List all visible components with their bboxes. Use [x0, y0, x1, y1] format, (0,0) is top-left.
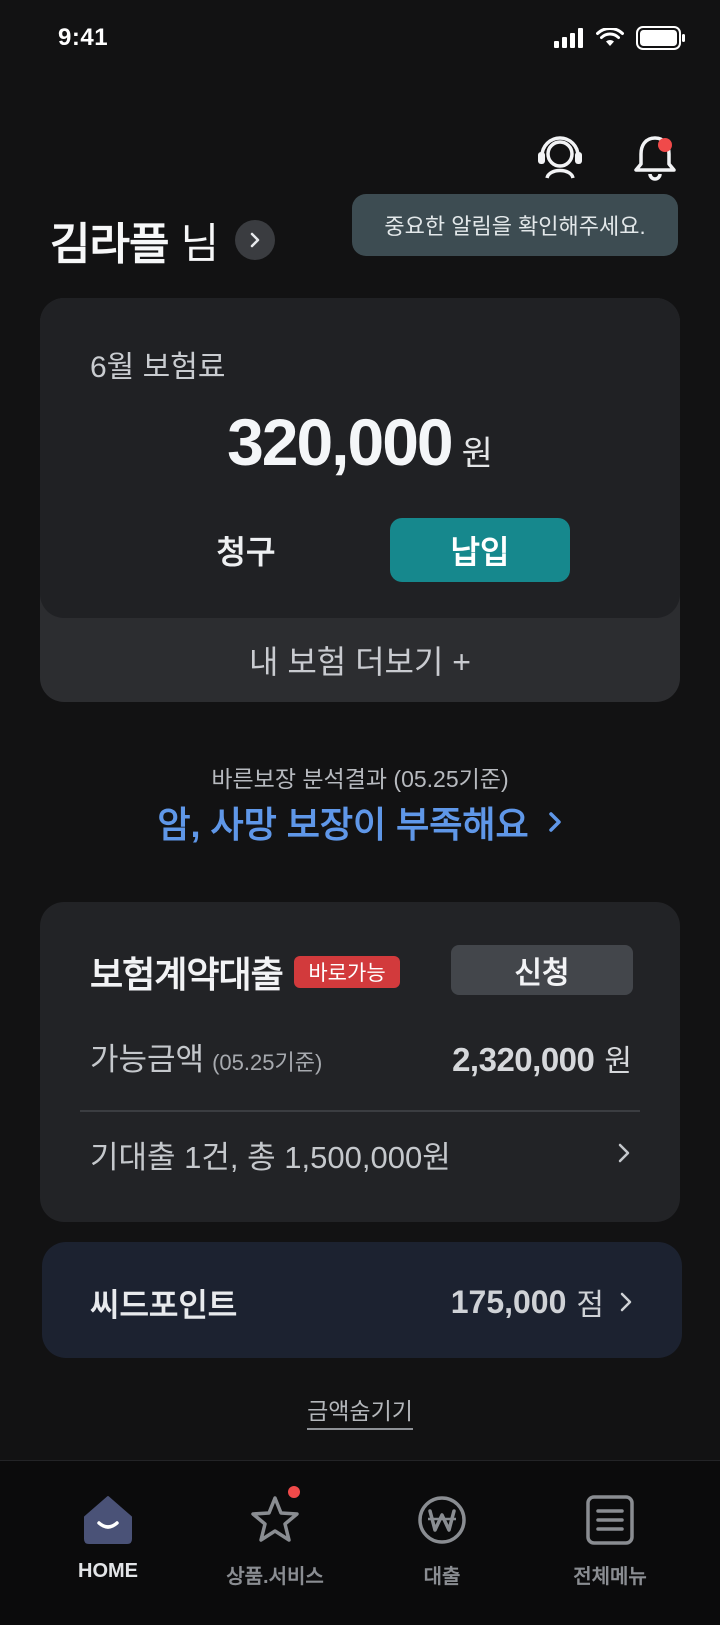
- loan-title: 보험계약대출: [90, 954, 284, 995]
- tab-all-menu[interactable]: 전체메뉴: [520, 1490, 700, 1600]
- available-label: 가능금액: [90, 1042, 205, 1077]
- greeting-suffix: 님: [180, 219, 220, 267]
- loan-badge: 바로가능: [294, 956, 400, 988]
- tab-loan[interactable]: 대출: [352, 1490, 532, 1600]
- analysis-caption: 바른보장 분석결과 (05.25기준): [211, 766, 509, 792]
- available-amount: 2,320,000: [452, 1041, 595, 1078]
- profile-arrow-button[interactable]: [235, 220, 276, 260]
- available-unit: 원: [604, 1045, 632, 1078]
- notification-bell-icon[interactable]: [630, 132, 680, 182]
- seed-point-unit: 점: [576, 1289, 604, 1322]
- signal-icon: [554, 28, 583, 48]
- chevron-right-icon: [250, 232, 260, 248]
- tab-notification-dot: [288, 1486, 300, 1498]
- hide-amount-link[interactable]: 금액숨기기: [307, 1392, 413, 1430]
- claim-button[interactable]: 청구: [176, 520, 316, 580]
- divider: [80, 1110, 640, 1112]
- seed-point-value: 175,000: [450, 1283, 567, 1320]
- star-icon: [245, 1490, 305, 1550]
- available-date: (05.25기준): [212, 1050, 323, 1075]
- tab-products-services[interactable]: 상품.서비스: [185, 1490, 365, 1600]
- user-name: 김라플: [50, 220, 169, 269]
- chevron-right-icon: [547, 809, 563, 835]
- customer-service-icon[interactable]: [534, 130, 586, 182]
- chevron-right-icon[interactable]: [616, 1140, 632, 1166]
- wifi-icon: [596, 28, 624, 46]
- hide-amount-container: 금액숨기기: [0, 1392, 720, 1430]
- premium-value: 320,000: [227, 405, 454, 479]
- won-icon: [412, 1490, 472, 1550]
- apply-button[interactable]: 신청: [451, 945, 633, 995]
- more-insurance-button[interactable]: 내 보험 더보기 +: [40, 630, 680, 690]
- analysis-link[interactable]: 암, 사망 보장이 부족해요: [0, 796, 720, 848]
- premium-label: 6월 보험료: [90, 351, 226, 384]
- notification-tooltip[interactable]: 중요한 알림을 확인해주세요.: [352, 194, 678, 256]
- tab-home[interactable]: HOME: [18, 1490, 198, 1600]
- loan-available-label: 가능금액 (05.25기준): [90, 1034, 322, 1079]
- loan-available-amount: 2,320,000 원: [452, 1036, 632, 1080]
- status-time: 9:41: [58, 24, 109, 51]
- premium-unit: 원: [461, 435, 493, 473]
- tab-label: 대출: [423, 1566, 461, 1588]
- menu-icon: [580, 1490, 640, 1550]
- tab-label: HOME: [78, 1560, 138, 1582]
- greeting[interactable]: 김라플 님: [50, 208, 276, 272]
- battery-icon: [636, 26, 685, 50]
- home-icon: [78, 1490, 138, 1550]
- notification-dot: [658, 138, 672, 152]
- seed-point-label: 씨드포인트: [90, 1287, 238, 1323]
- seed-point-value-group[interactable]: 175,000 점: [451, 1280, 634, 1324]
- chevron-right-icon: [618, 1289, 634, 1315]
- existing-loan-row[interactable]: 기대출 1건, 총 1,500,000원: [90, 1132, 451, 1177]
- premium-amount: 320,000 원: [40, 404, 680, 480]
- pay-button[interactable]: 납입: [390, 518, 570, 582]
- status-icons: [554, 26, 686, 50]
- analysis-headline: 암, 사망 보장이 부족해요: [157, 804, 529, 845]
- tab-label: 전체메뉴: [573, 1566, 647, 1588]
- tab-label: 상품.서비스: [226, 1566, 324, 1588]
